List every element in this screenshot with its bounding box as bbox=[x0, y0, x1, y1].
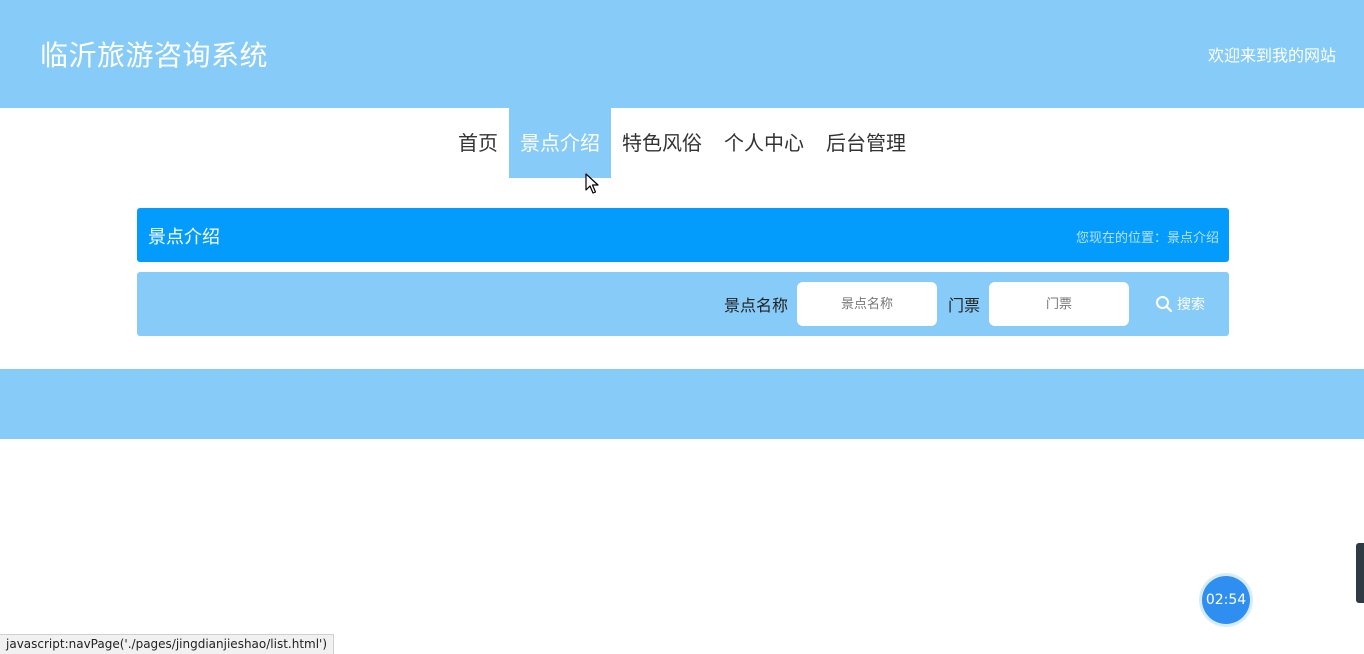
status-url: javascript:navPage('./pages/jingdianjies… bbox=[0, 634, 335, 654]
footer bbox=[0, 369, 1364, 439]
side-panel-handle[interactable] bbox=[1356, 543, 1364, 603]
search-button-label: 搜索 bbox=[1177, 297, 1205, 313]
nav-item-attractions[interactable]: 景点介绍 bbox=[509, 108, 611, 178]
nav-item-admin[interactable]: 后台管理 bbox=[815, 108, 917, 178]
ticket-label: 门票 bbox=[947, 296, 980, 315]
header: 临沂旅游咨询系统 欢迎来到我的网站 bbox=[0, 0, 1364, 108]
search-icon bbox=[1156, 296, 1173, 313]
main-nav: 首页 景点介绍 特色风俗 个人中心 后台管理 bbox=[0, 108, 1364, 178]
name-search-input[interactable] bbox=[796, 282, 937, 326]
mouse-cursor-icon bbox=[585, 173, 599, 194]
breadcrumb: 您现在的位置：景点介绍 bbox=[1075, 231, 1219, 246]
nav-item-user-center[interactable]: 个人中心 bbox=[713, 108, 815, 178]
nav-item-customs[interactable]: 特色风俗 bbox=[611, 108, 713, 178]
welcome-text: 欢迎来到我的网站 bbox=[1207, 46, 1336, 65]
search-button[interactable]: 搜索 bbox=[1140, 282, 1209, 326]
ticket-search-input[interactable] bbox=[989, 282, 1129, 326]
page: 临沂旅游咨询系统 欢迎来到我的网站 首页 景点介绍 特色风俗 个人中心 后台管理… bbox=[0, 0, 1364, 654]
section-header: 景点介绍 您现在的位置：景点介绍 bbox=[137, 208, 1229, 262]
site-title: 临沂旅游咨询系统 bbox=[40, 39, 269, 72]
section-title: 景点介绍 bbox=[148, 227, 220, 248]
name-label: 景点名称 bbox=[723, 296, 788, 315]
nav-item-home[interactable]: 首页 bbox=[447, 108, 509, 178]
timer-badge[interactable]: 02:54 bbox=[1202, 576, 1250, 624]
search-bar: 景点名称 门票 搜索 bbox=[137, 272, 1229, 336]
